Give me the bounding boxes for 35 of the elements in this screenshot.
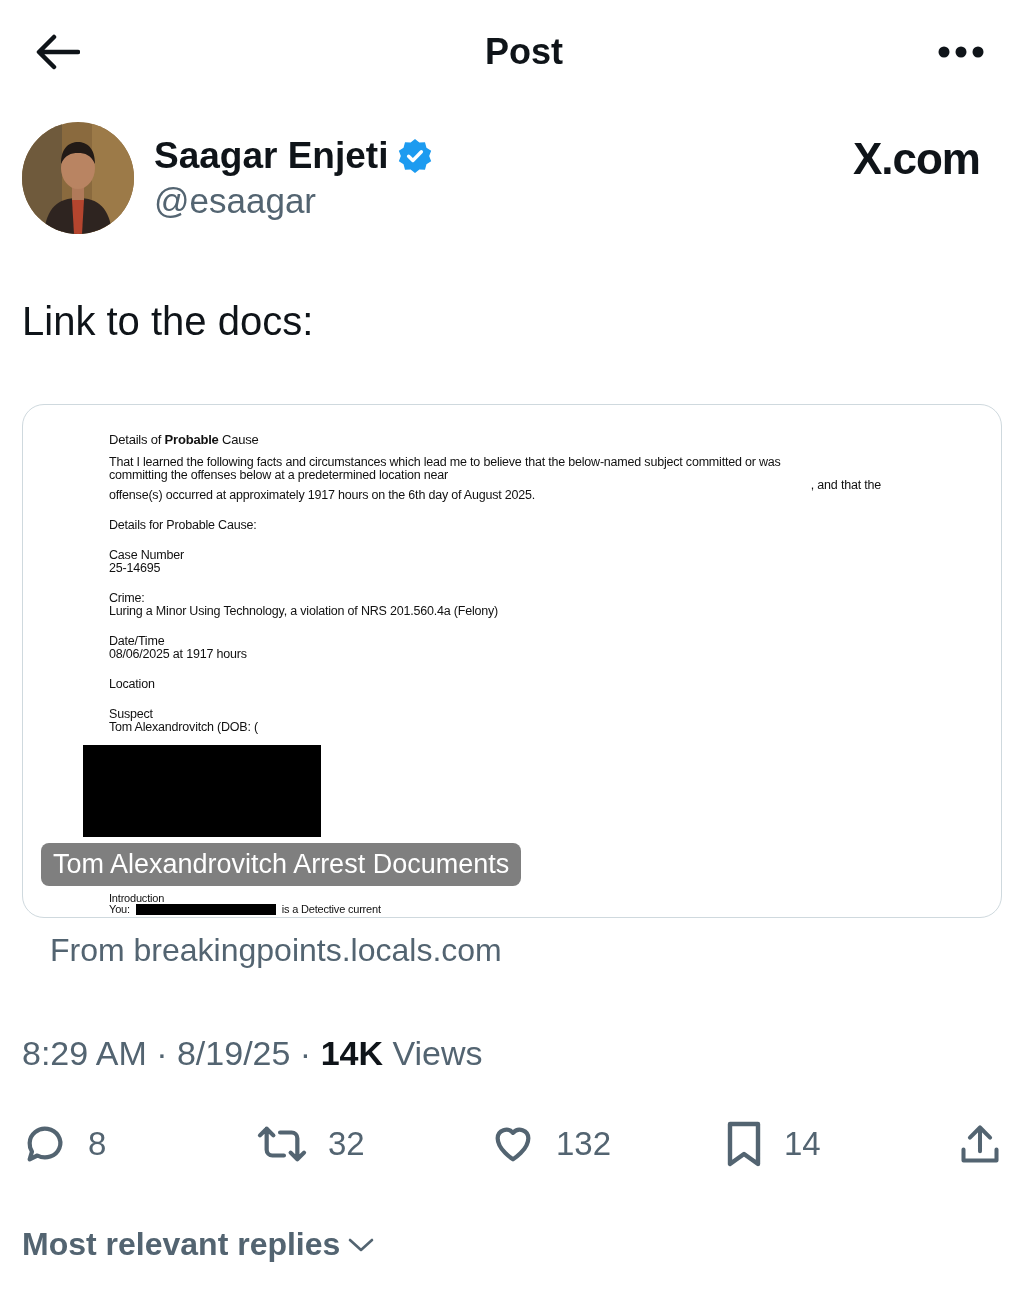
- document-line: Date/Time: [109, 635, 166, 648]
- document-line: Crime:: [109, 592, 146, 605]
- document-line: 08/06/2025 at 1917 hours: [109, 648, 248, 661]
- document-line: You:: [109, 904, 130, 915]
- document-line: That I learned the following facts and circumstances which lead me to believe that the below-named subject committed or was: [109, 456, 782, 469]
- author-name[interactable]: Saagar Enjeti: [154, 134, 389, 178]
- action-count: 8: [88, 1125, 107, 1163]
- card-caption: Tom Alexandrovitch Arrest Documents: [41, 843, 522, 886]
- document-title: Details of Probable Cause: [109, 433, 260, 446]
- post-text: Link to the docs:: [22, 298, 315, 345]
- document-line: Tom Alexandrovitch (DOB: (: [109, 721, 260, 734]
- document-line: committing the offenses below at a predetermined location near: [109, 469, 449, 482]
- document-line: Location: [109, 678, 156, 691]
- link-domain[interactable]: From breakingpoints.locals.com: [50, 930, 1024, 970]
- post-meta: 8:29 AM · 8/19/25 · 14K Views: [22, 1033, 484, 1074]
- document-line: 25-14695: [109, 562, 162, 575]
- action-count: 132: [556, 1125, 612, 1163]
- author-handle[interactable]: @esaagar: [154, 178, 853, 224]
- document-line: Luring a Minor Using Technology, a violation of NRS 201.560.4a (Felony): [109, 605, 500, 618]
- action-count: 32: [328, 1125, 365, 1163]
- back-icon[interactable]: [36, 34, 80, 70]
- document-line: Details for Probable Cause:: [109, 519, 258, 532]
- document-line: offense(s) occurred at approximately 1917 hours on the 6th day of August 2025.: [109, 489, 537, 502]
- replies-sort-button[interactable]: Most relevant replies: [22, 1226, 375, 1263]
- document-line: is a Detective current: [281, 904, 381, 915]
- site-logo: X.com: [852, 134, 980, 184]
- document-line: Suspect: [109, 708, 154, 721]
- document-line: , and that the: [810, 478, 881, 492]
- link-card[interactable]: [22, 404, 1002, 918]
- action-count: 14: [784, 1125, 821, 1163]
- more-icon[interactable]: [938, 46, 984, 58]
- chevron-icon: [348, 1236, 375, 1253]
- document-line: Introduction: [109, 893, 166, 904]
- document-line: Case Number: [109, 549, 185, 562]
- page-title: Post: [485, 31, 563, 73]
